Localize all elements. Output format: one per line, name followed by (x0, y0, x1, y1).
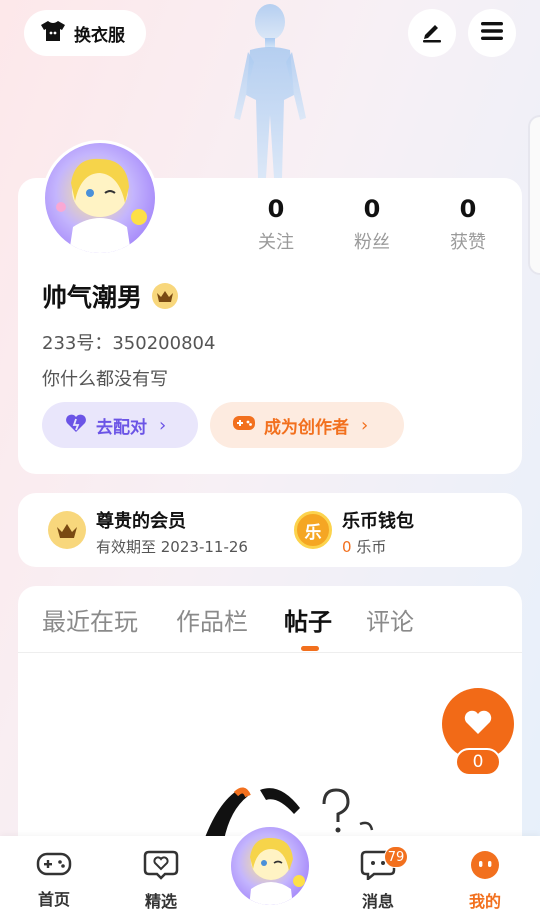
message-count-badge: 79 (384, 846, 408, 868)
profile-avatar[interactable] (42, 140, 158, 256)
gamepad-icon (232, 414, 256, 437)
user-name: 帅气潮男 (42, 283, 143, 312)
become-creator-button[interactable]: 成为创作者 › (210, 402, 404, 448)
stat-likes[interactable]: 0 获赞 (420, 192, 516, 254)
tab-works[interactable]: 作品栏 (176, 602, 248, 637)
nav-avatar-center[interactable] (228, 824, 312, 908)
nav-label: 我的 (468, 892, 501, 911)
wallet-balance: 0 乐币 (342, 536, 386, 557)
match-label: 去配对 (96, 417, 147, 438)
dress-up-button[interactable]: 换衣服 (24, 10, 146, 56)
chat-icon (360, 850, 396, 884)
stat-following[interactable]: 0 关注 (228, 192, 324, 254)
vip-validity: 有效期至 2023-11-26 (96, 538, 248, 556)
vip-title: 尊贵的会员 (96, 511, 186, 532)
tabs-divider (18, 652, 522, 653)
membership-card: 尊贵的会员 有效期至 2023-11-26 乐 乐币钱包 0 乐币 (18, 493, 522, 567)
face-icon (468, 851, 502, 884)
heart-chat-icon (143, 850, 179, 884)
crown-icon (152, 283, 179, 309)
stats-row: 0 关注 0 粉丝 0 获赞 (228, 192, 516, 254)
heart-icon (463, 709, 493, 739)
nav-label: 精选 (144, 892, 177, 911)
coin-icon: 乐 (294, 511, 332, 549)
stat-value: 0 (267, 195, 285, 223)
wallet-title: 乐币钱包 (342, 511, 414, 532)
wallet-amount: 0 (342, 538, 352, 556)
stat-label: 粉丝 (354, 232, 390, 253)
edit-icon (420, 19, 444, 47)
avatar-3d-figure[interactable] (220, 0, 320, 178)
side-drawer-handle[interactable] (528, 115, 540, 275)
nav-featured[interactable]: 精选 (126, 850, 196, 912)
menu-icon (480, 20, 504, 46)
user-bio: 你什么都没有写 (42, 369, 168, 390)
dress-up-label: 换衣服 (74, 25, 125, 46)
tab-recently-played[interactable]: 最近在玩 (42, 602, 138, 637)
user-id: 233号：350200804 (42, 333, 216, 354)
top-bar: 换衣服 (0, 0, 540, 178)
chevron-right-icon: › (361, 414, 369, 436)
active-tab-indicator (301, 646, 319, 651)
gamepad-icon (36, 852, 72, 882)
chevron-right-icon: › (159, 414, 167, 436)
nav-me[interactable]: 我的 (450, 850, 520, 912)
wallet-unit: 乐币 (356, 538, 387, 556)
creator-label: 成为创作者 (264, 417, 349, 438)
match-button[interactable]: 去配对 › (42, 402, 198, 448)
like-count: 0 (455, 748, 501, 776)
edit-button[interactable] (408, 9, 456, 57)
crown-icon (48, 511, 86, 549)
nav-home[interactable]: 首页 (19, 850, 89, 910)
stat-label: 获赞 (450, 232, 486, 253)
nav-label: 消息 (361, 892, 394, 911)
tab-posts[interactable]: 帖子 (284, 602, 332, 637)
menu-button[interactable] (468, 9, 516, 57)
tshirt-icon (40, 20, 66, 47)
bottom-navigation: 首页 精选 消息 我的 (0, 824, 540, 923)
heart-link-icon (64, 413, 88, 438)
stat-value: 0 (363, 195, 381, 223)
nav-label: 首页 (37, 890, 70, 909)
name-row: 帅气潮男 (42, 278, 179, 314)
stat-value: 0 (459, 195, 477, 223)
stat-followers[interactable]: 0 粉丝 (324, 192, 420, 254)
tab-comments[interactable]: 评论 (366, 602, 414, 637)
stat-label: 关注 (258, 232, 294, 253)
